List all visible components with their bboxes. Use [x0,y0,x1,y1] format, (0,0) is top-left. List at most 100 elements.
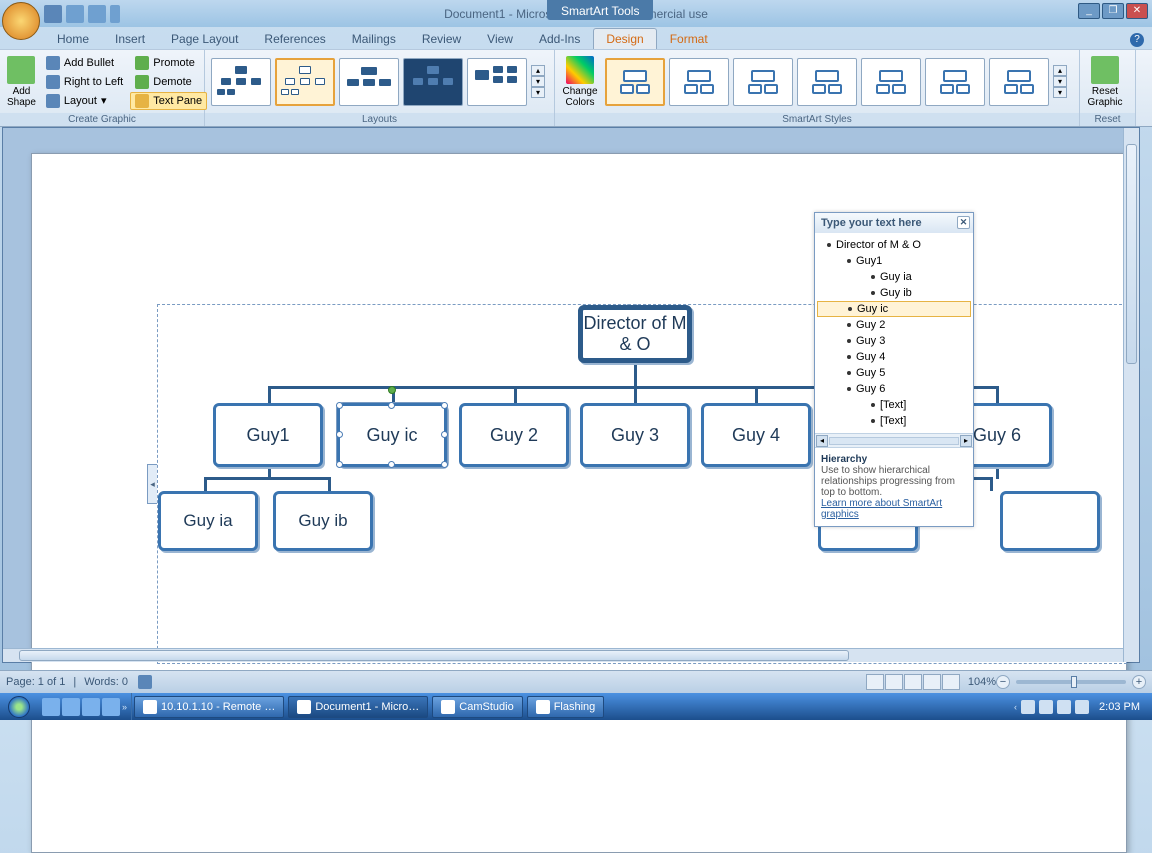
text-pane-item[interactable]: Guy 6 [817,381,971,397]
learn-more-link[interactable]: Learn more about SmartArt graphics [821,498,942,520]
help-icon[interactable]: ? [1130,33,1144,47]
tab-page-layout[interactable]: Page Layout [158,28,251,49]
reset-graphic-button[interactable]: Reset Graphic [1084,53,1126,111]
node-guy3[interactable]: Guy 3 [580,403,690,467]
text-pane-item[interactable]: Guy 2 [817,317,971,333]
text-pane-close-icon[interactable]: ✕ [957,216,970,229]
spell-check-icon[interactable] [138,675,152,689]
node-guy2[interactable]: Guy 2 [459,403,569,467]
text-pane-item[interactable]: Guy ia [817,269,971,285]
style-thumb-5[interactable] [861,58,921,106]
smartart-canvas[interactable]: ◂ • • • • Director of M & O Guy1 [157,304,1127,664]
taskbar-task[interactable]: 10.10.1.10 - Remote … [134,696,284,718]
zoom-in-button[interactable]: + [1132,675,1146,689]
text-pane-hscroll[interactable]: ◂▸ [815,433,973,447]
view-web-layout[interactable] [904,674,922,690]
node-guy-ib[interactable]: Guy ib [273,491,373,551]
text-pane-body[interactable]: Director of M & OGuy1Guy iaGuy ibGuy icG… [815,233,973,433]
tray-volume-icon[interactable] [1075,700,1089,714]
maximize-button[interactable]: ❐ [1102,3,1124,19]
ql-show-desktop-icon[interactable] [42,698,60,716]
text-pane-item[interactable]: [Text] [817,413,971,429]
promote-button[interactable]: Promote [130,54,207,72]
add-bullet-button[interactable]: Add Bullet [41,54,128,72]
text-pane-item[interactable]: Guy1 [817,253,971,269]
node-director[interactable]: Director of M & O [578,305,692,363]
tab-view[interactable]: View [474,28,526,49]
tray-network-icon[interactable] [1057,700,1071,714]
layout-thumb-2[interactable] [275,58,335,106]
tray-icon-2[interactable] [1039,700,1053,714]
style-thumb-1[interactable] [605,58,665,106]
tab-add-ins[interactable]: Add-Ins [526,28,593,49]
text-pane-item[interactable]: Guy ic [817,301,971,317]
view-draft[interactable] [942,674,960,690]
taskbar-task[interactable]: CamStudio [432,696,522,718]
add-shape-button[interactable]: Add Shape [4,53,39,111]
layout-thumb-3[interactable] [339,58,399,106]
text-pane-button[interactable]: Text Pane [130,92,207,110]
save-icon[interactable] [44,5,62,23]
zoom-slider[interactable] [1016,680,1126,684]
node-guy-ia[interactable]: Guy ia [158,491,258,551]
close-button[interactable]: ✕ [1126,3,1148,19]
tab-home[interactable]: Home [44,28,102,49]
layout-thumb-1[interactable] [211,58,271,106]
office-button[interactable] [2,2,40,40]
view-outline[interactable] [923,674,941,690]
zoom-out-button[interactable]: − [996,675,1010,689]
tab-review[interactable]: Review [409,28,474,49]
status-page[interactable]: Page: 1 of 1 [6,676,65,688]
tab-format[interactable]: Format [657,28,721,49]
style-thumb-2[interactable] [669,58,729,106]
layout-button[interactable]: Layout ▾ [41,92,128,110]
node-guy6-child2[interactable] [1000,491,1100,551]
style-thumb-6[interactable] [925,58,985,106]
vertical-scrollbar[interactable] [1123,128,1139,662]
text-pane-item[interactable]: Guy 4 [817,349,971,365]
tab-insert[interactable]: Insert [102,28,158,49]
ql-more-icon[interactable]: » [122,702,127,712]
undo-icon[interactable] [66,5,84,23]
text-pane-item[interactable]: Guy 5 [817,365,971,381]
layouts-gallery-spinner[interactable]: ▴▾▾ [531,65,545,98]
qat-more-icon[interactable] [110,5,120,23]
redo-icon[interactable] [88,5,106,23]
text-pane-item[interactable]: Guy 3 [817,333,971,349]
taskbar-task[interactable]: Flashing [527,696,605,718]
text-pane-item[interactable]: Guy ib [817,285,971,301]
text-pane-item[interactable]: Director of M & O [817,237,971,253]
styles-gallery-spinner[interactable]: ▴▾▾ [1053,65,1067,98]
horizontal-scrollbar[interactable] [3,648,1123,662]
zoom-level[interactable]: 104% [968,676,996,688]
ql-switch-windows-icon[interactable] [62,698,80,716]
ql-media-icon[interactable] [102,698,120,716]
tab-design[interactable]: Design [593,28,656,49]
start-button[interactable] [0,693,38,720]
page[interactable]: ◂ • • • • Director of M & O Guy1 [31,153,1127,853]
tray-expand-icon[interactable]: ‹ [1014,702,1017,712]
layout-thumb-4[interactable] [403,58,463,106]
layout-thumb-5[interactable] [467,58,527,106]
taskbar-clock[interactable]: 2:03 PM [1093,701,1146,713]
view-print-layout[interactable] [866,674,884,690]
ql-ie-icon[interactable] [82,698,100,716]
text-pane-item[interactable]: [Text] [817,397,971,413]
right-to-left-button[interactable]: Right to Left [41,73,128,91]
tray-icon-1[interactable] [1021,700,1035,714]
demote-button[interactable]: Demote [130,73,207,91]
style-thumb-7[interactable] [989,58,1049,106]
node-guy-ic[interactable]: Guy ic [337,403,447,467]
tab-references[interactable]: References [251,28,338,49]
textpane-toggle-tab[interactable]: ◂ [147,464,157,504]
tab-mailings[interactable]: Mailings [339,28,409,49]
minimize-button[interactable]: _ [1078,3,1100,19]
taskbar-task[interactable]: Document1 - Micro… [288,696,428,718]
change-colors-button[interactable]: Change Colors [559,53,601,111]
node-guy4[interactable]: Guy 4 [701,403,811,467]
node-guy1[interactable]: Guy1 [213,403,323,467]
style-thumb-3[interactable] [733,58,793,106]
status-words[interactable]: Words: 0 [84,676,128,688]
style-thumb-4[interactable] [797,58,857,106]
view-full-screen[interactable] [885,674,903,690]
